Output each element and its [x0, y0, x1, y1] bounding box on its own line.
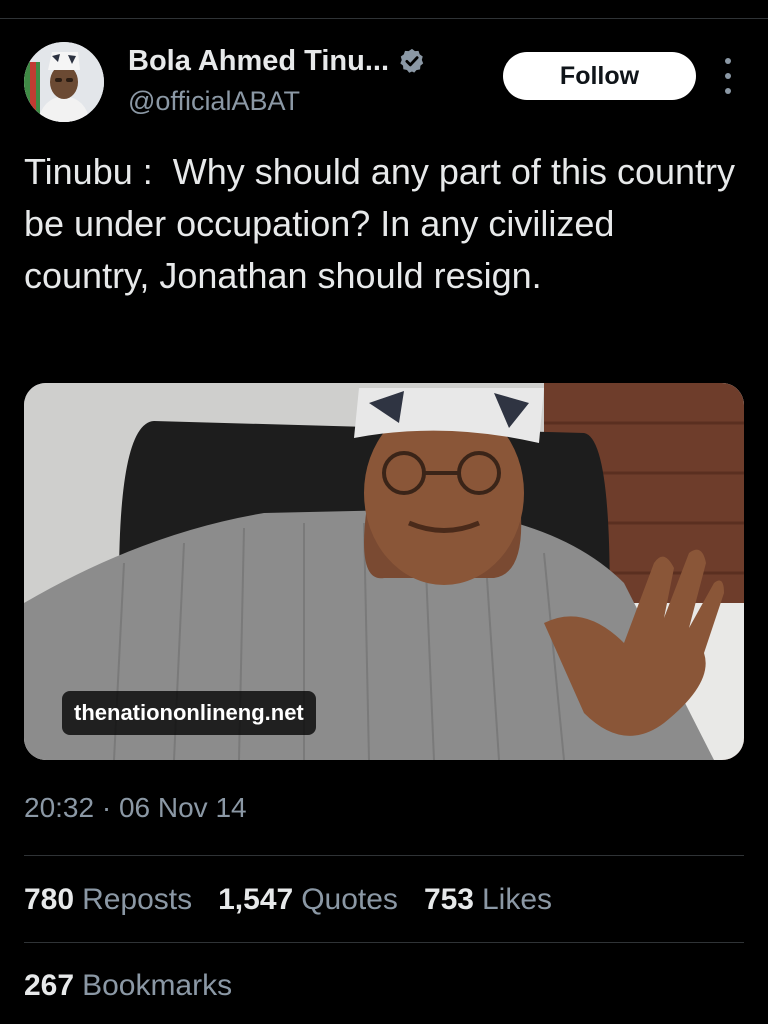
author-name-row: Bola Ahmed Tinu... [128, 44, 426, 78]
tweet-media-image[interactable]: thenationonlineng.net [24, 383, 744, 760]
bookmarks-count: 267 [24, 969, 75, 1002]
more-dot [725, 88, 731, 94]
more-dot [725, 73, 731, 79]
more-vertical-icon[interactable] [718, 58, 738, 94]
follow-button[interactable]: Follow [503, 52, 696, 100]
tweet: Bola Ahmed Tinu... @officialABAT Follow … [0, 0, 768, 1024]
divider [24, 942, 744, 943]
quotes-count: 1,547 [218, 883, 294, 916]
likes-label: Likes [482, 883, 553, 916]
avatar[interactable] [24, 42, 104, 122]
avatar-image [24, 42, 104, 122]
divider [24, 855, 744, 856]
engagement-stats: 780 Reposts 1,547 Quotes 753 Likes [24, 880, 578, 920]
reposts-label: Reposts [82, 883, 193, 916]
tweet-timestamp[interactable]: 20:32 · 06 Nov 14 [24, 792, 247, 824]
quotes-label: Quotes [301, 883, 398, 916]
likes-stat[interactable]: 753 Likes [424, 883, 552, 917]
verified-badge-icon [400, 48, 424, 73]
quotes-stat[interactable]: 1,547 Quotes [218, 883, 398, 917]
reposts-count: 780 [24, 883, 75, 916]
tweet-text: Tinubu : Why should any part of this cou… [24, 151, 746, 296]
media-source-badge: thenationonlineng.net [62, 691, 316, 735]
more-dot [725, 58, 731, 64]
bookmarks-stat[interactable]: 267 Bookmarks [24, 969, 232, 1003]
bookmarks-label: Bookmarks [82, 969, 233, 1002]
author-handle[interactable]: @officialABAT [128, 86, 300, 117]
reposts-stat[interactable]: 780 Reposts [24, 883, 192, 917]
author-display-name[interactable]: Bola Ahmed Tinu... [128, 45, 389, 78]
likes-count: 753 [423, 883, 474, 916]
